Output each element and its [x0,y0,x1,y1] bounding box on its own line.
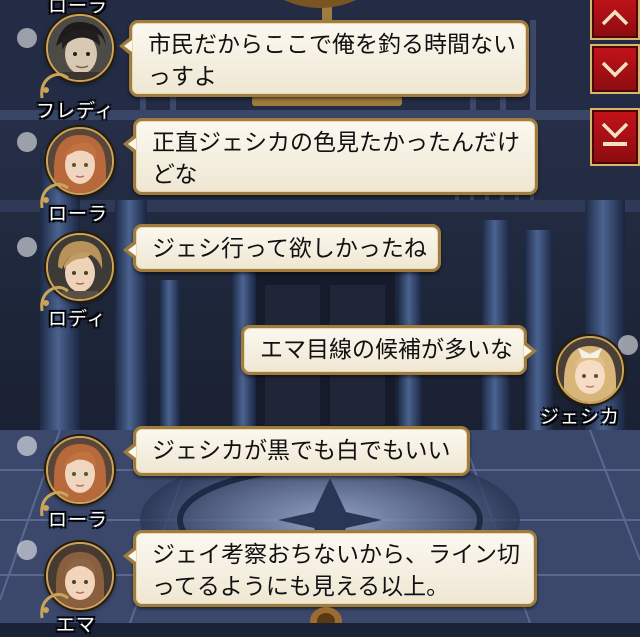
message-line: どな [152,162,198,188]
message-line: エマ目線の候補が多いな [260,337,513,363]
double-chevron-down-icon [601,122,629,146]
message-line: ってるようにも見える以上。 [152,574,450,600]
message-bubble: 正直ジェシカの色見たかったんだけ どな [123,118,538,195]
chevron-down-icon [601,61,629,78]
decorative-dot [17,28,37,48]
scroll-to-bottom-button[interactable] [590,108,640,166]
message-bubble: ジェシカが黒でも白でもいい [123,426,470,476]
decorative-dot [17,237,37,257]
message-bubble: ジェイ考察おちないから、ライン切 ってるようにも見える以上。 [123,530,537,607]
decorative-dot [618,335,638,355]
scroll-down-button[interactable] [590,44,640,94]
speaker-name: ローラ [48,203,109,225]
crest-ornament-icon [284,0,356,8]
message-line: ジェイ考察おちないから、ライン切 [152,542,520,568]
decorative-dot [17,436,37,456]
message-line: 正直ジェシカの色見たかったんだけ [152,130,520,156]
message-line: ジェシカが黒でも白でもいい [152,438,451,464]
speaker-name: フレディ [36,100,115,122]
avatar-jessica[interactable] [556,336,624,404]
speaker-name: ローラ [48,509,109,531]
scroll-up-button[interactable] [590,0,640,40]
decorative-dot [17,132,37,152]
speaker-name: ロディ [48,308,107,330]
speaker-name: ジェシカ [540,406,621,428]
message-line: っすよ [148,64,217,90]
speaker-name: エマ [56,614,97,636]
message-bubble: 市民だからここで俺を釣る時間ない っすよ [119,20,529,97]
message-line: ジェシ行って欲しかったね [152,236,427,262]
chevron-up-icon [601,9,629,26]
decorative-dot [17,540,37,560]
message-bubble: ジェシ行って欲しかったね [123,224,441,272]
message-line: 市民だからここで俺を釣る時間ない [148,32,516,58]
crest-ornament-icon [310,607,342,623]
message-bubble: エマ目線の候補が多いな [241,325,537,375]
